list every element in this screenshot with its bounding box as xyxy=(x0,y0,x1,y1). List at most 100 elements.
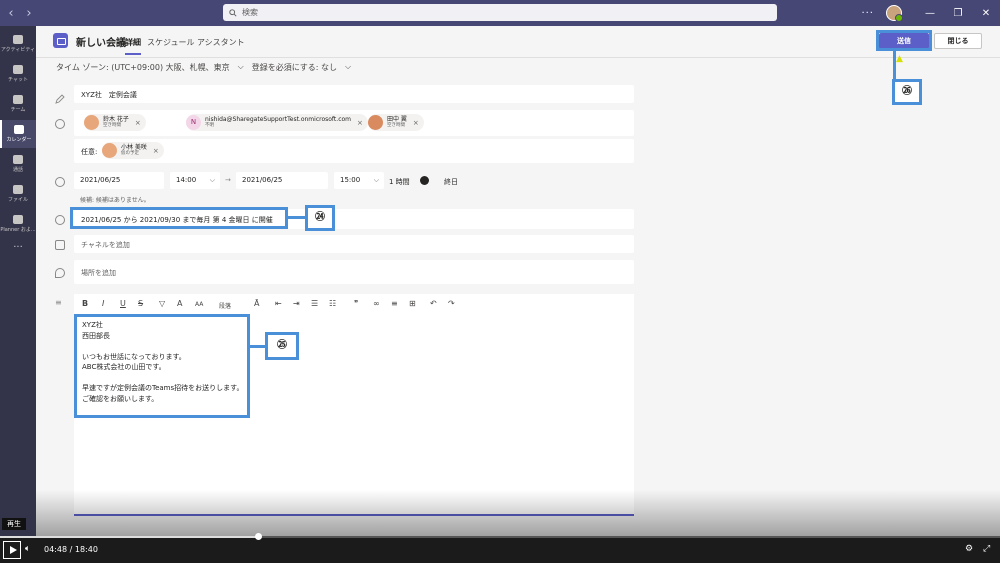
avatar xyxy=(84,115,99,130)
initial-avatar: N xyxy=(186,115,201,130)
more-options-icon[interactable]: ··· xyxy=(861,8,874,19)
end-date-picker[interactable]: 2021/06/25 xyxy=(236,172,328,189)
attendee-chip[interactable]: N nishida@SharegateSupportTest.onmicroso… xyxy=(186,114,368,131)
rail-label: ファイル xyxy=(7,197,28,203)
highlight-icon[interactable]: ▽ xyxy=(159,299,165,308)
registration-dropdown[interactable]: 登録を必須にする: なし xyxy=(252,62,337,73)
bullet-list-icon[interactable]: ☰ xyxy=(311,299,318,308)
progress-knob[interactable] xyxy=(255,533,262,540)
font-size-icon[interactable]: AA xyxy=(195,301,203,308)
rail-item-teams[interactable]: チーム xyxy=(0,90,36,118)
forward-icon[interactable]: › xyxy=(22,6,36,21)
redo-icon[interactable]: ↷ xyxy=(448,299,455,308)
outdent-icon[interactable]: ⇤ xyxy=(275,299,282,308)
avatar xyxy=(368,115,383,130)
settings-icon[interactable]: ⚙ xyxy=(965,544,973,554)
avatar[interactable] xyxy=(886,5,903,22)
clear-format-icon[interactable]: Ā xyxy=(254,299,259,308)
time-separator: / xyxy=(69,545,73,554)
rail-item-activity[interactable]: アクティビティ xyxy=(0,30,36,58)
rail-label: チャット xyxy=(8,77,28,83)
search-input[interactable]: 検索 xyxy=(223,4,777,21)
timezone-dropdown[interactable]: タイム ゾーン: (UTC+09:00) 大阪、札幌、東京 xyxy=(56,62,230,73)
attendee-name: nishida@SharegateSupportTest.onmicrosoft… xyxy=(205,116,352,123)
attendee-name: 田中 翼 xyxy=(387,116,407,123)
font-color-icon[interactable]: A xyxy=(177,299,182,308)
avatar xyxy=(102,143,117,158)
minimize-icon[interactable]: — xyxy=(916,8,944,19)
attendee-name: 鈴木 花子 xyxy=(103,116,129,123)
remove-icon[interactable]: × xyxy=(135,119,141,127)
channel-field[interactable]: チャネルを追加 xyxy=(74,235,634,253)
suggestion-text: 候補: 候補はありません。 xyxy=(80,197,150,204)
numbered-list-icon[interactable]: ☷ xyxy=(329,299,336,308)
rail-item-chat[interactable]: チャット xyxy=(0,60,36,88)
remove-icon[interactable]: × xyxy=(357,119,363,127)
location-placeholder: 場所を追加 xyxy=(81,269,116,277)
attendee-chip[interactable]: 鈴木 花子 空き時間 × xyxy=(84,114,146,131)
end-time-dropdown[interactable]: 15:00 ⌵ xyxy=(334,172,384,189)
close-button[interactable]: 閉じる xyxy=(934,33,982,49)
title-field[interactable]: XYZ社 定例会議 xyxy=(74,85,634,103)
annotation-number: ㉖ xyxy=(892,79,922,105)
tab-details[interactable]: 詳細 xyxy=(125,37,141,55)
arrow-right-icon: → xyxy=(225,176,231,184)
rail-item-files[interactable]: ファイル xyxy=(0,180,36,208)
fullscreen-icon[interactable]: ⤢ xyxy=(983,544,990,554)
attendee-chip[interactable]: 小林 美咲 仮の予定 × xyxy=(102,142,164,159)
more-apps-icon[interactable]: ··· xyxy=(0,242,36,253)
start-time-value: 14:00 xyxy=(176,176,197,184)
rail-item-calendar[interactable]: カレンダー xyxy=(0,120,36,148)
rail-label: チーム xyxy=(10,107,26,113)
file-icon xyxy=(13,185,23,194)
table-icon[interactable]: ⊞ xyxy=(409,299,416,308)
attendee-name: 小林 美咲 xyxy=(121,144,147,151)
link-icon[interactable]: ∞ xyxy=(373,299,380,308)
start-date-picker[interactable]: 2021/06/25 xyxy=(74,172,164,189)
undo-icon[interactable]: ↶ xyxy=(430,299,437,308)
video-controls: 🔈︎ 04:48 / 18:40 ⚙ ⤢ xyxy=(0,533,1000,563)
close-window-icon[interactable]: ✕ xyxy=(972,8,1000,19)
progress-bar[interactable] xyxy=(0,533,1000,540)
progress-fill xyxy=(0,536,258,538)
italic-icon[interactable]: I xyxy=(102,299,104,308)
bell-icon xyxy=(13,35,23,44)
repeat-icon xyxy=(55,215,65,225)
paragraph-dropdown[interactable]: 段落 xyxy=(219,301,231,310)
strikethrough-icon[interactable]: S xyxy=(138,299,143,308)
allday-toggle[interactable] xyxy=(420,176,429,185)
remove-icon[interactable]: × xyxy=(153,147,159,155)
title-bar: ‹ › 検索 ··· — ❐ ✕ xyxy=(0,0,1000,26)
remove-icon[interactable]: × xyxy=(413,119,419,127)
form-header: 新しい会議 詳細 スケジュール アシスタント 送信 閉じる xyxy=(36,26,1000,58)
attendee-status: 不明 xyxy=(205,123,214,128)
title-value: XYZ社 定例会議 xyxy=(81,91,137,99)
attendee-chip[interactable]: 田中 翼空き時間 × xyxy=(368,114,424,131)
back-icon[interactable]: ‹ xyxy=(4,6,18,21)
location-icon xyxy=(55,268,65,278)
channel-icon xyxy=(55,240,65,250)
optional-attendees-field[interactable]: 任意: 小林 美咲 仮の予定 × xyxy=(74,139,634,163)
attendees-field[interactable]: 鈴木 花子 空き時間 × N nishida@SharegateSupportTe… xyxy=(74,110,634,136)
maximize-icon[interactable]: ❐ xyxy=(944,8,972,19)
start-time-dropdown[interactable]: 14:00 ⌵ xyxy=(170,172,220,189)
volume-icon[interactable]: 🔈︎ xyxy=(25,544,30,554)
tab-scheduling-assistant[interactable]: スケジュール アシスタント xyxy=(147,37,245,48)
play-button[interactable] xyxy=(3,541,21,559)
horizontal-rule-icon[interactable]: ≡ xyxy=(391,299,398,308)
chevron-down-icon: ⌵ xyxy=(373,176,379,184)
quote-icon[interactable]: ❞ xyxy=(354,299,358,308)
annotation-box-body xyxy=(74,314,250,418)
chevron-down-icon: ⌵ xyxy=(345,62,352,71)
chevron-down-icon: ⌵ xyxy=(209,176,215,184)
indent-icon[interactable]: ⇥ xyxy=(293,299,300,308)
rail-item-calls[interactable]: 通話 xyxy=(0,150,36,178)
rail-item-planner[interactable]: Planner およ... xyxy=(0,210,36,238)
attendee-status: 空き時間 xyxy=(103,123,121,128)
channel-placeholder: チャネルを追加 xyxy=(81,241,130,249)
rail-label: カレンダー xyxy=(6,137,32,143)
attendee-status: 空き時間 xyxy=(387,123,405,128)
location-field[interactable]: 場所を追加 xyxy=(74,260,634,284)
bold-icon[interactable]: B xyxy=(82,299,88,308)
underline-icon[interactable]: U xyxy=(120,299,126,308)
